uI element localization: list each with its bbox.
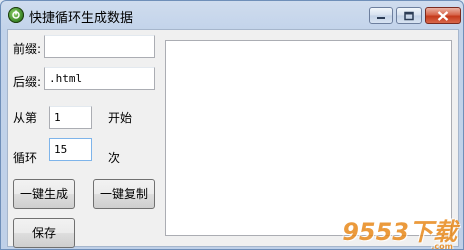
generate-button[interactable]: 一键生成 [13,179,75,209]
minimize-button[interactable] [369,7,393,24]
close-icon [437,10,449,21]
prefix-label: 前缀: [13,42,42,56]
watermark: 9553下载 .com [342,212,457,250]
watermark-sub: .com [431,242,453,250]
suffix-input[interactable]: .html [44,67,155,90]
maximize-icon [404,11,414,20]
loop-count-input[interactable]: 15 [49,138,92,161]
maximize-button[interactable] [396,7,422,24]
start-label: 开始 [108,111,133,125]
app-icon [8,7,24,23]
title-bar[interactable]: 快捷循环生成数据 [1,1,463,29]
app-window: 快捷循环生成数据 前缀: 后缀: .html 从第 1 开始 循环 15 次 一… [0,0,464,250]
output-textarea[interactable] [165,40,452,236]
start-index-input[interactable]: 1 [49,106,92,129]
suffix-label: 后缀: [13,75,42,89]
times-label: 次 [108,151,121,165]
loop-label: 循环 [13,151,38,165]
copy-button[interactable]: 一键复制 [93,179,155,209]
from-label: 从第 [13,111,38,125]
close-button[interactable] [425,7,461,24]
minimize-icon [377,16,385,19]
save-button[interactable]: 保存 [13,218,75,248]
prefix-input[interactable] [44,35,155,58]
window-title: 快捷循环生成数据 [29,11,134,26]
